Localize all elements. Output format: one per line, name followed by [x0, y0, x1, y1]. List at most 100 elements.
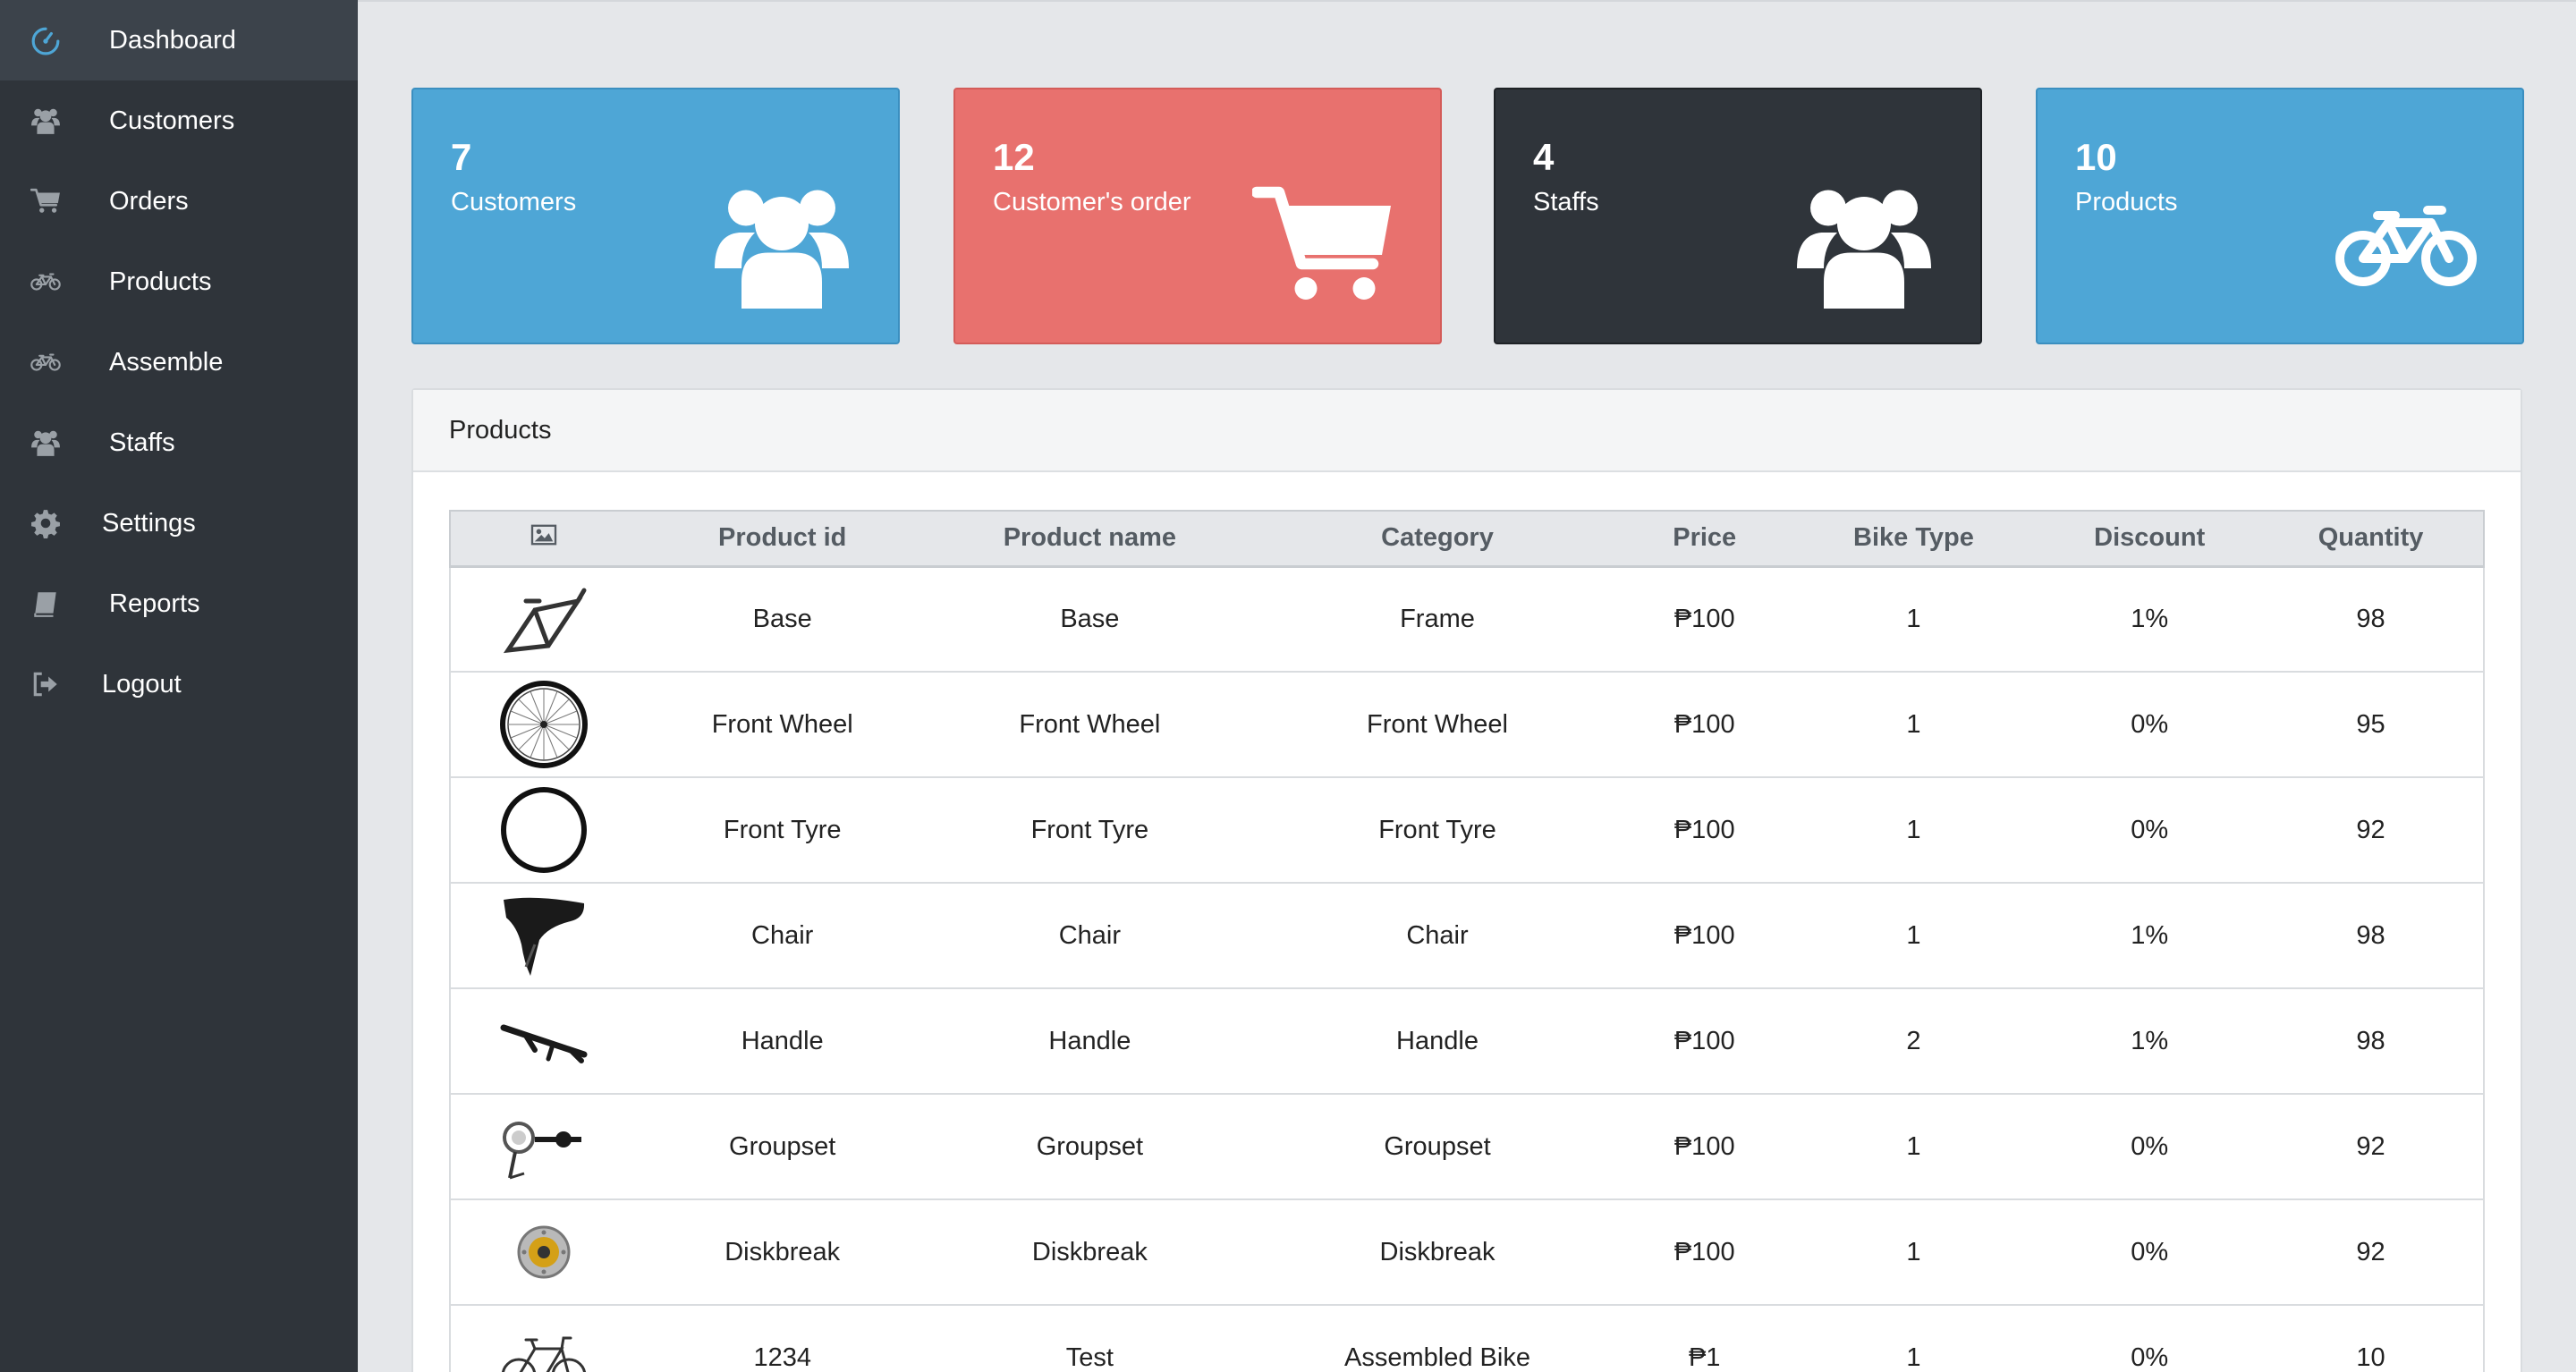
column-header[interactable]: Product name — [927, 510, 1253, 568]
cart-icon — [1243, 179, 1404, 313]
product-id-cell: Chair — [637, 883, 928, 989]
sidebar-item-label: Orders — [109, 186, 189, 216]
discount-cell: 0% — [2040, 672, 2259, 778]
quantity-cell: 95 — [2258, 672, 2485, 778]
gear-icon — [29, 506, 63, 540]
discount-cell: 0% — [2040, 1094, 2259, 1200]
product-name-cell: Groupset — [927, 1094, 1253, 1200]
column-header[interactable]: Discount — [2040, 510, 2259, 568]
image-icon — [530, 523, 557, 546]
bike-type-cell: 1 — [1786, 883, 2041, 989]
product-id-cell: 1234 — [637, 1305, 928, 1372]
dashboard-icon — [29, 23, 63, 57]
card-label: Products — [2075, 188, 2178, 216]
column-header[interactable]: Quantity — [2258, 510, 2485, 568]
front-tyre-thumbnail — [495, 785, 593, 875]
sidebar-item-label: Dashboard — [109, 25, 236, 55]
product-id-cell: Handle — [637, 988, 928, 1095]
table-row[interactable]: Base Base Frame ₱100 1 1% 98 — [449, 566, 2485, 673]
card-label: Customer's order — [993, 188, 1191, 216]
users-icon — [29, 104, 63, 138]
category-cell: Frame — [1252, 566, 1623, 673]
bicycle-icon — [2326, 179, 2487, 313]
product-name-cell: Chair — [927, 883, 1253, 989]
staffs-card[interactable]: 4 Staffs — [1494, 88, 1982, 344]
disc-brake-thumbnail — [495, 1207, 593, 1297]
assembled-bike-thumbnail — [495, 1313, 593, 1372]
quantity-cell: 98 — [2258, 883, 2485, 989]
discount-cell: 0% — [2040, 1199, 2259, 1306]
table-row[interactable]: Groupset Groupset Groupset ₱100 1 0% 92 — [449, 1094, 2485, 1200]
sidebar-item-label: Assemble — [109, 347, 224, 377]
sidebar-item-settings[interactable]: Settings — [0, 483, 358, 563]
sidebar-item-dashboard[interactable]: Dashboard — [0, 0, 358, 80]
table-header-row: Product id Product name Category Price B… — [449, 510, 2485, 568]
sidebar-item-logout[interactable]: Logout — [0, 644, 358, 724]
sidebar-item-reports[interactable]: Reports — [0, 563, 358, 644]
table-row[interactable]: Chair Chair Chair ₱100 1 1% 98 — [449, 883, 2485, 989]
panel-title: Products — [413, 390, 2521, 472]
product-id-cell: Front Wheel — [637, 672, 928, 778]
sidebar: Dashboard Customers Orders Products Asse… — [0, 0, 358, 1372]
sidebar-item-label: Reports — [109, 589, 200, 618]
card-label: Staffs — [1533, 188, 1599, 216]
card-count: 4 — [1533, 136, 1555, 178]
sign-out-icon — [29, 667, 63, 701]
main-content: 7 Customers 12 Customer's order 4 Staffs… — [358, 0, 2576, 1372]
customers-card[interactable]: 7 Customers — [411, 88, 900, 344]
column-header[interactable]: Price — [1622, 510, 1787, 568]
price-cell: ₱1 — [1622, 1305, 1787, 1372]
bike-type-cell: 1 — [1786, 777, 2041, 884]
table-row[interactable]: Front Tyre Front Tyre Front Tyre ₱100 1 … — [449, 777, 2485, 884]
sidebar-item-label: Logout — [102, 669, 182, 699]
column-header[interactable]: Category — [1252, 510, 1623, 568]
cart-icon — [29, 184, 63, 218]
category-cell: Front Tyre — [1252, 777, 1623, 884]
products-panel: Products Product id Product name Categor… — [411, 388, 2522, 1372]
product-id-cell: Diskbreak — [637, 1199, 928, 1306]
category-cell: Assembled Bike — [1252, 1305, 1623, 1372]
bike-type-cell: 1 — [1786, 1094, 2041, 1200]
products-card[interactable]: 10 Products — [2036, 88, 2524, 344]
bicycle-icon — [29, 265, 63, 299]
sidebar-item-staffs[interactable]: Staffs — [0, 402, 358, 483]
table-row[interactable]: Diskbreak Diskbreak Diskbreak ₱100 1 0% … — [449, 1199, 2485, 1306]
bike-type-cell: 2 — [1786, 988, 2041, 1095]
bike-type-cell: 1 — [1786, 1305, 2041, 1372]
table-row[interactable]: Handle Handle Handle ₱100 2 1% 98 — [449, 988, 2485, 1095]
sidebar-item-assemble[interactable]: Assemble — [0, 322, 358, 402]
sidebar-item-customers[interactable]: Customers — [0, 80, 358, 161]
quantity-cell: 92 — [2258, 777, 2485, 884]
category-cell: Groupset — [1252, 1094, 1623, 1200]
discount-cell: 0% — [2040, 1305, 2259, 1372]
quantity-cell: 92 — [2258, 1094, 2485, 1200]
sidebar-item-label: Settings — [102, 508, 196, 538]
price-cell: ₱100 — [1622, 1199, 1787, 1306]
table-row[interactable]: 1234 Test Assembled Bike ₱1 1 0% 10 — [449, 1305, 2485, 1372]
discount-cell: 1% — [2040, 566, 2259, 673]
card-count: 12 — [993, 136, 1035, 178]
price-cell: ₱100 — [1622, 672, 1787, 778]
price-cell: ₱100 — [1622, 883, 1787, 989]
users-icon — [701, 179, 862, 313]
column-header[interactable]: Product id — [637, 510, 928, 568]
orders-card[interactable]: 12 Customer's order — [953, 88, 1442, 344]
sidebar-item-products[interactable]: Products — [0, 241, 358, 322]
product-name-cell: Diskbreak — [927, 1199, 1253, 1306]
bike-frame-thumbnail — [495, 574, 593, 664]
product-name-cell: Front Wheel — [927, 672, 1253, 778]
sidebar-item-label: Products — [109, 267, 212, 296]
column-header[interactable]: Bike Type — [1786, 510, 2041, 568]
price-cell: ₱100 — [1622, 988, 1787, 1095]
bike-type-cell: 1 — [1786, 566, 2041, 673]
card-count: 10 — [2075, 136, 2117, 178]
bicycle-icon — [29, 345, 63, 379]
product-id-cell: Groupset — [637, 1094, 928, 1200]
product-name-cell: Handle — [927, 988, 1253, 1095]
saddle-thumbnail — [495, 891, 593, 980]
sidebar-item-orders[interactable]: Orders — [0, 161, 358, 241]
sidebar-item-label: Staffs — [109, 428, 175, 457]
quantity-cell: 98 — [2258, 988, 2485, 1095]
table-row[interactable]: Front Wheel Front Wheel Front Wheel ₱100… — [449, 672, 2485, 778]
book-icon — [29, 587, 63, 621]
